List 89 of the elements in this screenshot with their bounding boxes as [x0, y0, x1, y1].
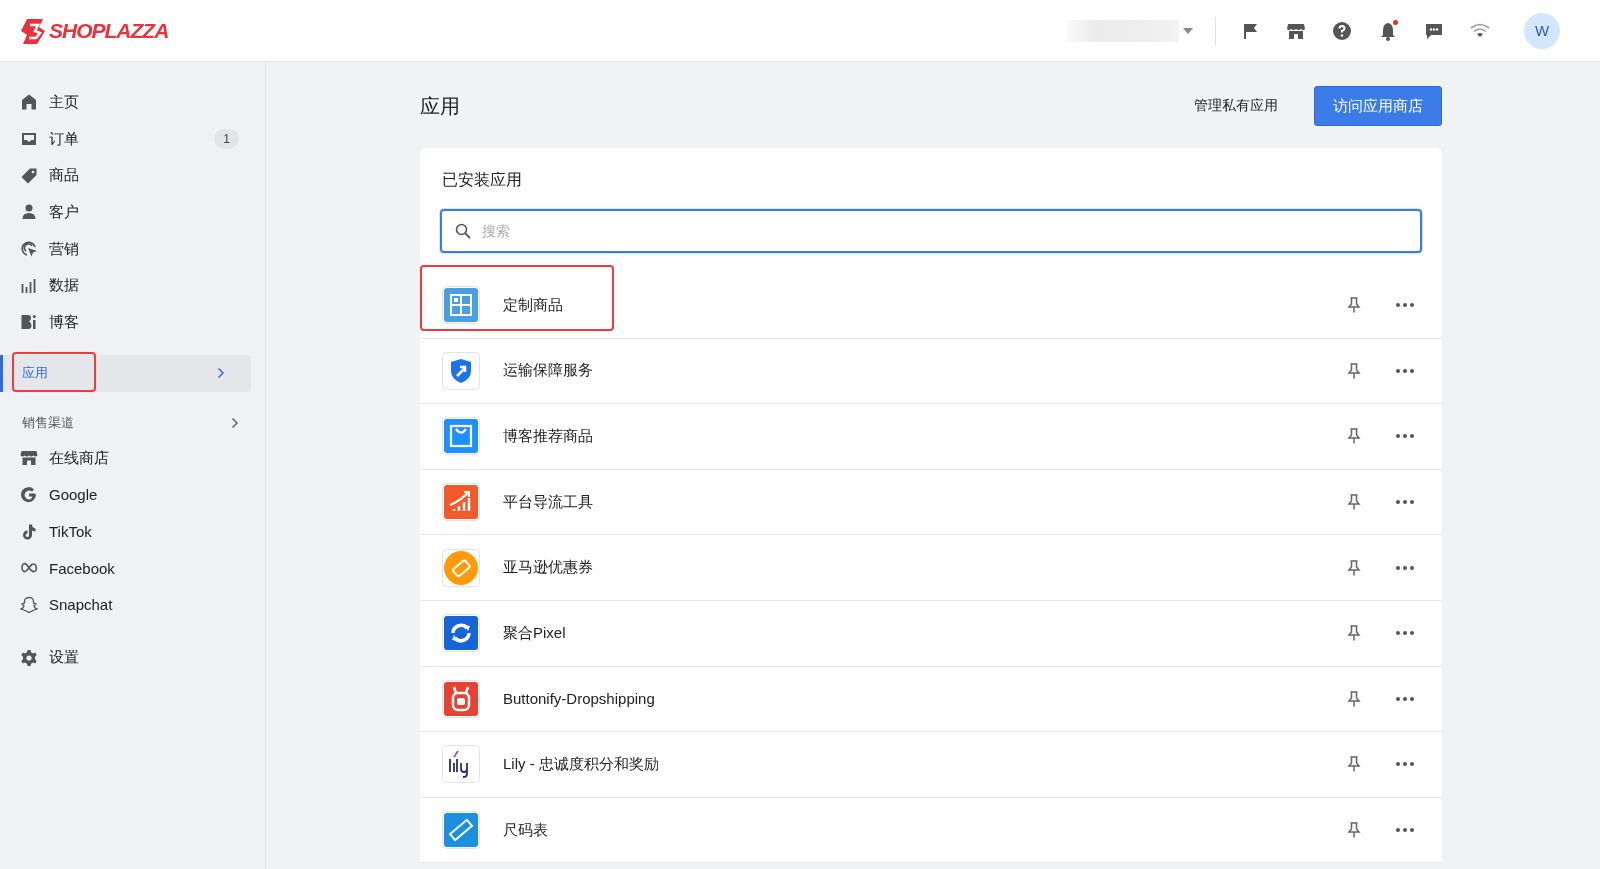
more-icon[interactable] — [1396, 500, 1414, 505]
app-name: 聚合Pixel — [503, 623, 566, 643]
nav-item[interactable]: 客户 — [0, 194, 265, 231]
store-icon[interactable] — [1286, 21, 1306, 40]
manage-private-apps-button[interactable]: 管理私有应用 — [1194, 97, 1278, 115]
app-row[interactable]: 博客推荐商品 — [420, 404, 1442, 470]
more-icon[interactable] — [1396, 368, 1414, 373]
robot-icon — [442, 679, 480, 718]
cursor-icon — [20, 240, 38, 259]
more-icon[interactable] — [1396, 565, 1414, 570]
app-row[interactable]: 亚马逊优惠券 — [420, 535, 1442, 601]
more-icon[interactable] — [1396, 762, 1414, 767]
help-icon[interactable] — [1332, 20, 1352, 41]
sync-icon — [442, 614, 480, 653]
pin-icon[interactable] — [1347, 361, 1361, 380]
app-row[interactable]: 聚合Pixel — [420, 600, 1442, 667]
tiktok-icon — [20, 522, 38, 541]
more-icon[interactable] — [1396, 631, 1414, 636]
user-avatar[interactable]: W — [1524, 12, 1560, 49]
app-name: 平台导流工具 — [503, 492, 593, 512]
settings-icon — [20, 648, 38, 667]
flag-icon[interactable] — [1242, 21, 1260, 40]
person-icon — [20, 203, 38, 222]
section-heading: 销售渠道 — [22, 413, 74, 432]
ticket-icon — [442, 548, 480, 587]
pin-icon[interactable] — [1347, 755, 1361, 774]
blog-icon — [20, 313, 38, 332]
chevron-icon — [217, 367, 225, 380]
chat-icon[interactable] — [1424, 21, 1444, 40]
nav-item[interactable]: 营销 — [0, 230, 265, 268]
count-badge: 1 — [214, 129, 239, 150]
app-name: 博客推荐商品 — [503, 427, 593, 446]
nav-item[interactable]: Facebook — [0, 549, 265, 587]
nav-item[interactable]: Google — [0, 476, 265, 514]
visit-app-store-button[interactable]: 访问应用商店 — [1314, 86, 1442, 126]
pin-icon[interactable] — [1347, 558, 1361, 577]
bar-chart-icon — [20, 276, 38, 295]
logo-icon — [21, 16, 47, 45]
shopping-bag-icon — [442, 417, 480, 456]
more-icon[interactable] — [1396, 303, 1414, 308]
app-row[interactable]: Buttonify-Dropshipping — [420, 666, 1442, 733]
app-name: 运输保障服务 — [503, 361, 593, 381]
store-icon — [20, 449, 38, 468]
app-row[interactable]: 定制商品 — [420, 273, 1442, 339]
grid-icon — [442, 286, 480, 325]
ghost-icon — [20, 595, 38, 614]
app-name: Buttonify-Dropshipping — [503, 690, 655, 708]
pin-icon[interactable] — [1347, 624, 1361, 643]
home-icon — [20, 93, 38, 112]
nav-item[interactable]: 主页 — [0, 84, 265, 121]
nav-item[interactable]: 应用 — [0, 354, 251, 392]
card-title: 已安装应用 — [442, 170, 523, 190]
app-row[interactable]: Lily - 忠诚度积分和奖励 — [420, 732, 1442, 798]
nav-item[interactable]: 在线商店 — [0, 439, 265, 477]
app-name: 定制商品 — [503, 295, 563, 315]
ruler-icon — [442, 811, 480, 850]
logo-text: SHOPLAZZA — [49, 18, 169, 43]
lily-logo-icon — [442, 745, 480, 784]
nav-item[interactable]: Snapchat — [0, 586, 265, 624]
wifi-icon[interactable] — [1470, 22, 1490, 39]
app-row[interactable]: 运输保障服务 — [420, 338, 1442, 405]
app-name: 亚马逊优惠券 — [503, 558, 593, 578]
growth-chart-icon — [442, 483, 480, 522]
more-icon[interactable] — [1396, 828, 1414, 833]
pin-icon[interactable] — [1347, 296, 1361, 315]
search-field[interactable]: 搜索 — [440, 209, 1422, 253]
more-icon[interactable] — [1396, 434, 1414, 439]
search-icon — [455, 223, 471, 239]
nav-item[interactable]: TikTok — [0, 513, 265, 550]
pin-icon[interactable] — [1347, 427, 1361, 446]
page-title: 应用 — [420, 93, 460, 119]
caret-icon — [1183, 27, 1193, 34]
nav-item[interactable]: 商品 — [0, 157, 265, 195]
nav-item[interactable]: 设置 — [0, 639, 265, 676]
nav-item[interactable]: 数据 — [0, 267, 265, 305]
pin-icon[interactable] — [1347, 689, 1361, 708]
chevron-icon[interactable] — [231, 416, 239, 429]
nav-item[interactable]: 订单 1 — [0, 120, 265, 158]
more-icon[interactable] — [1396, 696, 1414, 701]
app-name: 尺码表 — [503, 820, 548, 840]
tag-icon — [20, 166, 38, 185]
app-row[interactable]: 尺码表 — [420, 797, 1442, 864]
pin-icon[interactable] — [1347, 821, 1361, 840]
app-row[interactable]: 平台导流工具 — [420, 469, 1442, 536]
app-name: Lily - 忠诚度积分和奖励 — [503, 754, 659, 774]
nav-item[interactable]: 博客 — [0, 304, 265, 341]
pin-icon[interactable] — [1347, 493, 1361, 512]
shield-icon — [442, 351, 480, 390]
google-icon — [20, 485, 38, 504]
